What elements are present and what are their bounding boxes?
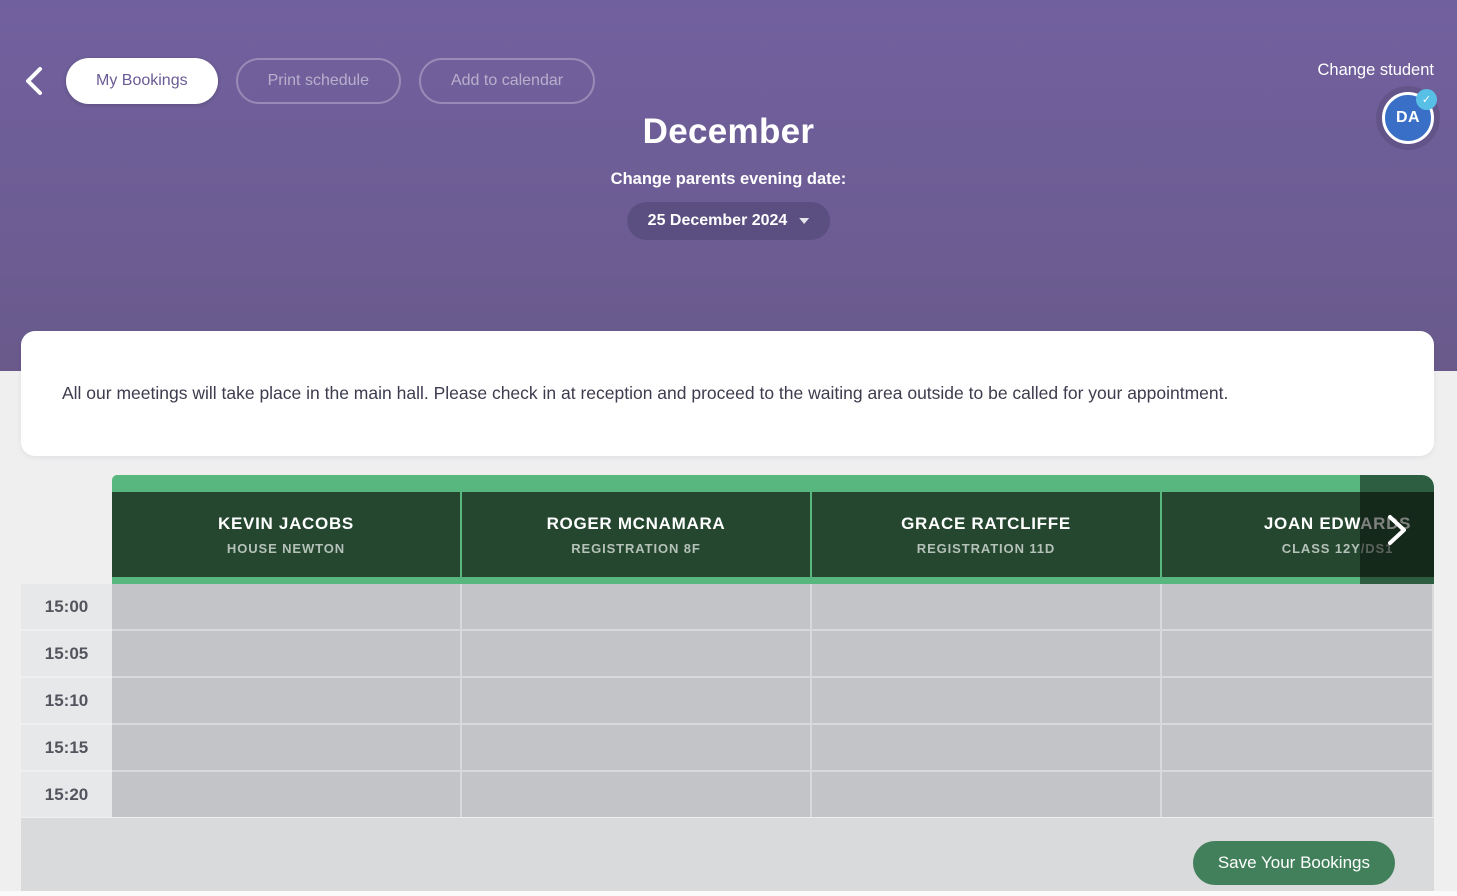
slot-cell[interactable]	[1162, 678, 1432, 723]
table-row: 15:00	[21, 584, 1434, 629]
teacher-column-header: GRACE RATCLIFFE REGISTRATION 11D	[812, 492, 1160, 577]
teacher-header-band: KEVIN JACOBS HOUSE NEWTON ROGER MCNAMARA RE…	[112, 475, 1434, 584]
date-selector[interactable]: 25 December 2024	[627, 202, 831, 240]
tab-add-to-calendar[interactable]: Add to calendar	[419, 58, 595, 104]
save-bookings-button[interactable]: Save Your Bookings	[1193, 841, 1395, 885]
teacher-columns: KEVIN JACOBS HOUSE NEWTON ROGER MCNAMARA RE…	[112, 492, 1434, 577]
slot-cell[interactable]	[812, 725, 1160, 770]
scroll-right-icon	[1385, 513, 1409, 547]
slot-grid: 15:0015:0515:1015:1515:20	[21, 584, 1434, 817]
slot-cell[interactable]	[112, 772, 460, 817]
back-button[interactable]	[20, 66, 48, 98]
time-label: 15:10	[21, 678, 112, 723]
teacher-name: ROGER MCNAMARA	[547, 514, 726, 534]
date-selector-value: 25 December 2024	[648, 212, 788, 230]
table-footer: Save Your Bookings	[21, 818, 1434, 891]
check-icon: ✓	[1422, 93, 1431, 106]
slot-cell[interactable]	[812, 631, 1160, 676]
nav-tabs: My Bookings Print schedule Add to calendar	[66, 58, 595, 104]
scroll-right-button[interactable]	[1360, 475, 1434, 584]
slot-cell[interactable]	[462, 725, 810, 770]
teacher-group: REGISTRATION 11D	[917, 541, 1055, 556]
slot-cell[interactable]	[112, 678, 460, 723]
slot-cell[interactable]	[462, 631, 810, 676]
slot-cell[interactable]	[112, 631, 460, 676]
slot-cell[interactable]	[1162, 631, 1432, 676]
time-label: 15:15	[21, 725, 112, 770]
slot-cell[interactable]	[812, 772, 1160, 817]
date-change-label: Change parents evening date:	[0, 170, 1457, 189]
teacher-name: GRACE RATCLIFFE	[901, 514, 1071, 534]
slot-cell[interactable]	[462, 584, 810, 629]
teacher-column-header: KEVIN JACOBS HOUSE NEWTON	[112, 492, 460, 577]
notice-text: All our meetings will take place in the …	[62, 383, 1228, 404]
hero-banner: My Bookings Print schedule Add to calendar…	[0, 0, 1457, 371]
table-row: 15:05	[21, 631, 1434, 676]
teacher-name: KEVIN JACOBS	[218, 514, 354, 534]
avatar-check-badge: ✓	[1416, 89, 1437, 110]
table-row: 15:15	[21, 725, 1434, 770]
slot-cell[interactable]	[462, 678, 810, 723]
page-title: December	[0, 112, 1457, 152]
table-row: 15:20	[21, 772, 1434, 817]
page-bottom-strip	[0, 891, 1457, 896]
slot-cell[interactable]	[462, 772, 810, 817]
tab-print-schedule[interactable]: Print schedule	[236, 58, 401, 104]
slot-cell[interactable]	[812, 584, 1160, 629]
schedule-table: KEVIN JACOBS HOUSE NEWTON ROGER MCNAMARA RE…	[21, 475, 1434, 891]
time-label: 15:00	[21, 584, 112, 629]
table-row: 15:10	[21, 678, 1434, 723]
tab-my-bookings[interactable]: My Bookings	[66, 58, 218, 104]
notice-card: All our meetings will take place in the …	[21, 331, 1434, 456]
slot-cell[interactable]	[812, 678, 1160, 723]
slot-cell[interactable]	[1162, 584, 1432, 629]
slot-cell[interactable]	[112, 584, 460, 629]
slot-cell[interactable]	[112, 725, 460, 770]
change-student-label: Change student	[1317, 61, 1434, 80]
slot-cell[interactable]	[1162, 772, 1432, 817]
back-chevron-icon	[23, 66, 45, 96]
teacher-group: REGISTRATION 8F	[571, 541, 701, 556]
slot-cell[interactable]	[1162, 725, 1432, 770]
time-label: 15:20	[21, 772, 112, 817]
teacher-column-header: ROGER MCNAMARA REGISTRATION 8F	[462, 492, 810, 577]
teacher-group: HOUSE NEWTON	[227, 541, 345, 556]
time-label: 15:05	[21, 631, 112, 676]
chevron-down-icon	[799, 218, 809, 224]
